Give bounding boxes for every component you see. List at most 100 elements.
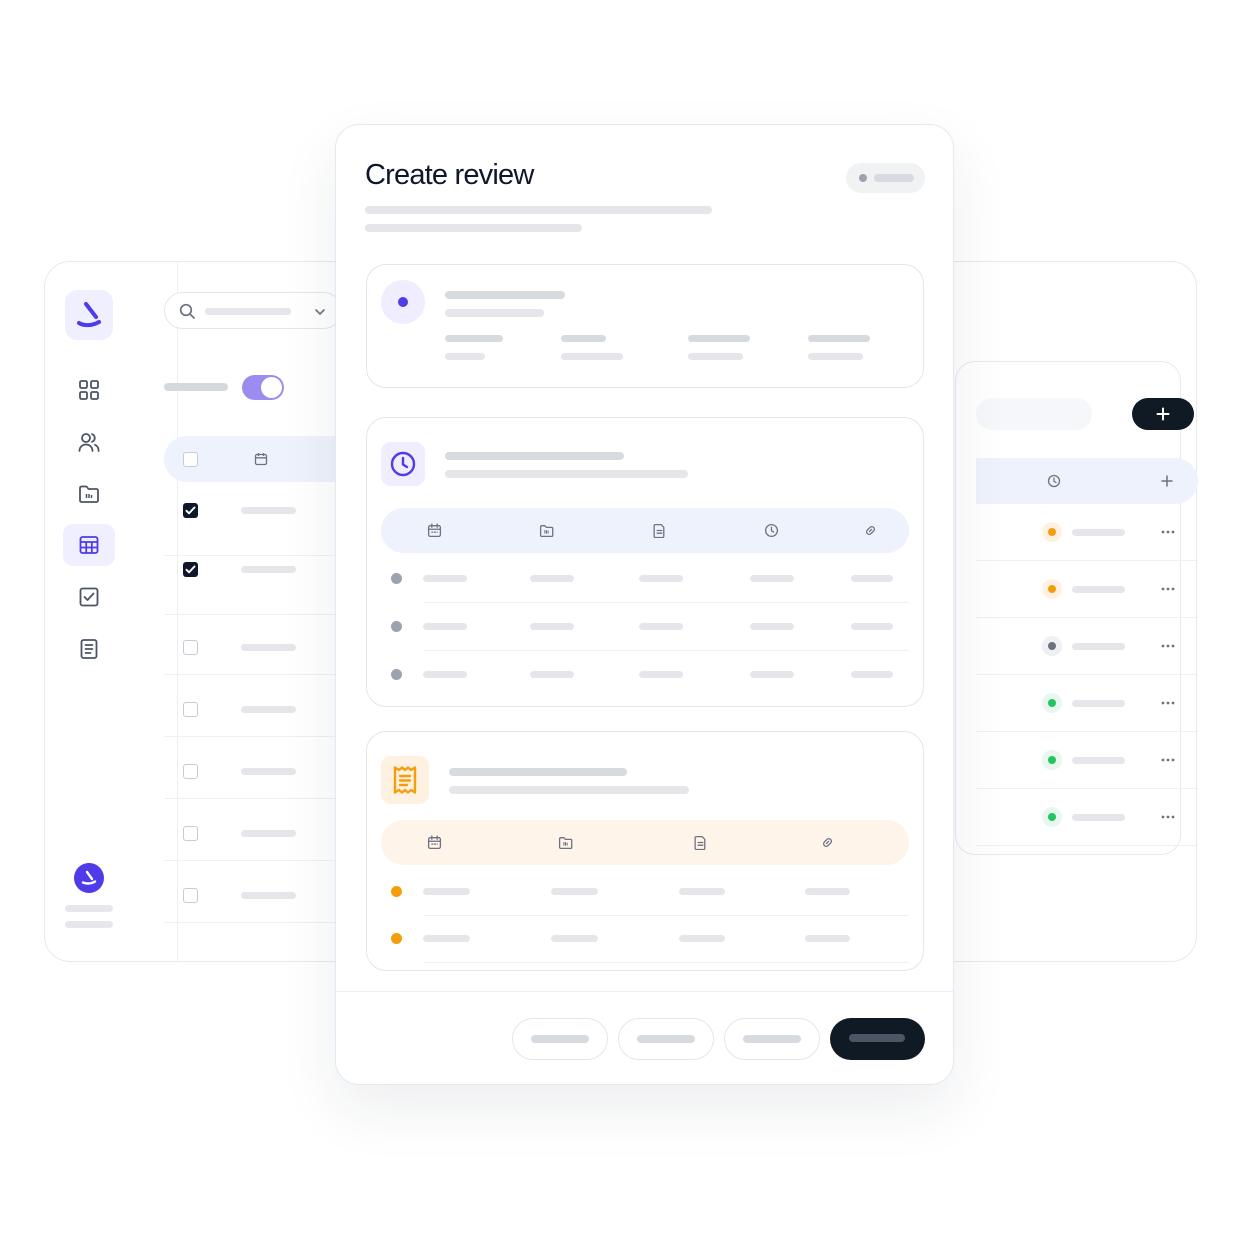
row-checkbox-checked[interactable] (183, 562, 198, 577)
status-indicator (1042, 579, 1062, 599)
status-indicator (1042, 693, 1062, 713)
user-role-placeholder (65, 921, 113, 928)
row-checkbox[interactable] (183, 640, 198, 655)
sidebar-item-calendar[interactable] (63, 524, 115, 566)
row-checkbox[interactable] (183, 826, 198, 841)
row-cell-placeholder (241, 892, 296, 899)
checkbox-icon (79, 587, 99, 607)
user-name-placeholder (65, 905, 113, 912)
row-cell-placeholder (423, 623, 467, 630)
table-row[interactable] (164, 799, 354, 861)
status-pill[interactable] (846, 163, 925, 193)
sidebar-item-documents[interactable] (63, 628, 115, 670)
status-indicator (1042, 750, 1062, 770)
more-icon[interactable] (1160, 524, 1176, 540)
row-cell-placeholder (241, 507, 296, 514)
footer-button-1[interactable] (512, 1018, 608, 1060)
footer-button-2[interactable] (618, 1018, 714, 1060)
meta-value-placeholder (808, 353, 863, 360)
right-search-input[interactable] (976, 398, 1092, 430)
add-column-icon[interactable] (1160, 474, 1174, 488)
right-table-row[interactable] (976, 618, 1198, 675)
footer-button-3[interactable] (724, 1018, 820, 1060)
table-row[interactable] (164, 553, 354, 615)
right-table-row[interactable] (976, 504, 1198, 561)
header-checkbox[interactable] (183, 452, 198, 467)
clock-icon (764, 523, 779, 538)
sidebar-item-folders[interactable] (63, 473, 115, 515)
sidebar-item-people[interactable] (63, 421, 115, 463)
status-indicator (1042, 522, 1062, 542)
receipt-icon (393, 766, 417, 794)
table-row[interactable] (164, 613, 354, 675)
table-row[interactable] (164, 494, 354, 556)
checklist-sub-placeholder (449, 786, 689, 794)
row-cell-placeholder (241, 706, 296, 713)
schedule-row[interactable] (367, 662, 923, 710)
sidebar-item-dashboard[interactable] (63, 369, 115, 411)
file-icon (652, 523, 667, 538)
row-cell-placeholder (639, 623, 683, 630)
row-checkbox[interactable] (183, 702, 198, 717)
right-table-row[interactable] (976, 675, 1198, 732)
meta-label-placeholder (445, 335, 503, 342)
footer-button-2-label (637, 1035, 695, 1043)
more-icon[interactable] (1160, 581, 1176, 597)
status-dot (1048, 585, 1056, 593)
more-icon[interactable] (1160, 695, 1176, 711)
schedule-card[interactable] (366, 417, 924, 707)
row-status-dot (391, 669, 402, 680)
toggle-knob (261, 377, 282, 398)
search-input[interactable] (164, 292, 342, 329)
row-cell-placeholder (639, 575, 683, 582)
status-text-placeholder (1072, 529, 1125, 536)
calendar-grid-icon (79, 536, 99, 554)
more-icon[interactable] (1160, 752, 1176, 768)
table-row[interactable] (164, 737, 354, 799)
app-logo[interactable] (65, 290, 113, 340)
row-divider (423, 915, 909, 916)
more-icon[interactable] (1160, 809, 1176, 825)
create-review-button[interactable] (830, 1018, 925, 1060)
row-status-dot (391, 933, 402, 944)
status-text-placeholder (1072, 814, 1125, 821)
row-cell-placeholder (551, 935, 598, 942)
schedule-icon-tile (381, 442, 425, 486)
footer-button-3-label (743, 1035, 801, 1043)
right-table-row[interactable] (976, 732, 1198, 789)
status-dot (1048, 699, 1056, 707)
row-cell-placeholder (679, 935, 725, 942)
row-checkbox-checked[interactable] (183, 503, 198, 518)
meta-value-placeholder (561, 353, 623, 360)
subject-sub-placeholder (445, 309, 544, 317)
grid-icon (79, 380, 99, 400)
check-icon (185, 565, 196, 574)
create-review-button-label (849, 1034, 905, 1042)
checklist-row[interactable] (367, 926, 923, 974)
checklist-card[interactable] (366, 731, 924, 971)
row-checkbox[interactable] (183, 764, 198, 779)
add-button[interactable] (1132, 398, 1194, 430)
sidebar-item-tasks[interactable] (63, 576, 115, 618)
schedule-row[interactable] (367, 614, 923, 662)
row-cell-placeholder (851, 671, 893, 678)
row-cell-placeholder (530, 575, 574, 582)
status-indicator (1042, 636, 1062, 656)
clock-icon (1047, 474, 1061, 488)
checklist-row[interactable] (367, 879, 923, 927)
right-table-row[interactable] (976, 561, 1198, 618)
avatar[interactable] (74, 863, 104, 893)
folder-icon (79, 485, 99, 503)
row-cell-placeholder (241, 768, 296, 775)
more-icon[interactable] (1160, 638, 1176, 654)
row-checkbox[interactable] (183, 888, 198, 903)
table-row[interactable] (164, 861, 354, 923)
review-subject-card[interactable] (366, 264, 924, 388)
toggle-switch[interactable] (242, 375, 284, 400)
row-cell-placeholder (530, 623, 574, 630)
modal-footer-divider (336, 991, 953, 992)
schedule-row[interactable] (367, 566, 923, 614)
right-table-row[interactable] (976, 789, 1198, 846)
table-row[interactable] (164, 675, 354, 737)
table-header (164, 436, 354, 482)
